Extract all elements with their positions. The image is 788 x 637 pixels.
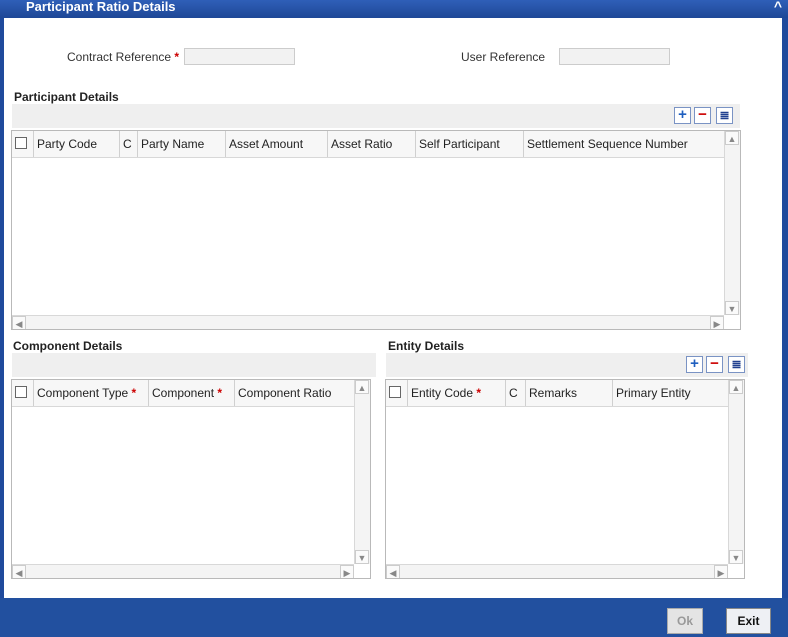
column-component-type: Component Type * (34, 380, 149, 406)
column-self-participant: Self Participant (416, 131, 524, 157)
participant-select-all[interactable] (12, 131, 34, 157)
scroll-up-icon[interactable]: ▲ (725, 131, 739, 145)
column-c: C (120, 131, 138, 157)
participant-toolbar: + − ≣ (12, 104, 740, 128)
scroll-left-icon[interactable]: ◀ (12, 316, 26, 329)
scroll-right-icon[interactable]: ▶ (714, 565, 728, 578)
column-primary-entity: Primary Entity (616, 386, 691, 400)
participant-details-title: Participant Details (14, 90, 119, 104)
component-toolbar (12, 353, 376, 377)
user-reference-label: User Reference (461, 50, 546, 64)
component-grid: Component Type * Component * Component R… (11, 379, 371, 579)
entity-details-title: Entity Details (388, 339, 465, 353)
caret-up-icon[interactable]: ^ (774, 0, 782, 14)
scroll-down-icon[interactable]: ▼ (729, 550, 743, 564)
entity-single-view-button[interactable]: ≣ (728, 356, 745, 373)
column-component-ratio: Component Ratio (238, 386, 332, 400)
scroll-up-icon[interactable]: ▲ (355, 380, 369, 394)
component-select-all[interactable] (12, 380, 34, 406)
entity-delete-button[interactable]: − (706, 356, 723, 373)
required-mark: * (217, 386, 223, 400)
component-grid-header: Component Type * Component * Component R… (12, 380, 354, 407)
entity-horizontal-scrollbar[interactable]: ◀ ▶ (386, 564, 728, 578)
component-details-title: Component Details (13, 339, 123, 353)
entity-grid: Entity Code * C Remarks Primary Entity ▲… (385, 379, 745, 579)
entity-toolbar: + − ≣ (386, 353, 748, 377)
participant-single-view-button[interactable]: ≣ (716, 107, 733, 124)
contract-reference-label: Contract Reference * (67, 50, 179, 64)
column-c: C (506, 380, 526, 406)
column-party-name: Party Name (138, 131, 226, 157)
required-mark: * (476, 386, 482, 400)
exit-button[interactable]: Exit (726, 608, 771, 634)
contract-reference-input[interactable] (184, 48, 295, 65)
participant-delete-button[interactable]: − (694, 107, 711, 124)
ok-button[interactable]: Ok (667, 608, 703, 634)
checkbox[interactable] (15, 137, 27, 149)
component-horizontal-scrollbar[interactable]: ◀ ▶ (12, 564, 354, 578)
column-asset-amount: Asset Amount (226, 131, 328, 157)
scroll-up-icon[interactable]: ▲ (729, 380, 743, 394)
required-mark: * (174, 50, 180, 64)
scroll-down-icon[interactable]: ▼ (355, 550, 369, 564)
user-reference-input[interactable] (559, 48, 670, 65)
scroll-down-icon[interactable]: ▼ (725, 301, 739, 315)
required-mark: * (131, 386, 137, 400)
participant-vertical-scrollbar[interactable]: ▲ ▼ (724, 131, 740, 315)
participant-horizontal-scrollbar[interactable]: ◀ ▶ (12, 315, 724, 329)
column-component-label: Component (152, 386, 215, 400)
column-settlement-sequence-number: Settlement Sequence Number (527, 137, 688, 151)
title-bar: Participant Ratio Details ^ (0, 0, 788, 18)
scroll-right-icon[interactable]: ▶ (340, 565, 354, 578)
scroll-left-icon[interactable]: ◀ (12, 565, 26, 578)
component-vertical-scrollbar[interactable]: ▲ ▼ (354, 380, 370, 564)
column-component: Component * (149, 380, 235, 406)
column-remarks: Remarks (526, 380, 613, 406)
column-entity-code-label: Entity Code (411, 386, 474, 400)
checkbox[interactable] (389, 386, 401, 398)
column-entity-code: Entity Code * (408, 380, 506, 406)
scroll-left-icon[interactable]: ◀ (386, 565, 400, 578)
entity-vertical-scrollbar[interactable]: ▲ ▼ (728, 380, 744, 564)
checkbox[interactable] (15, 386, 27, 398)
participant-grid-header: Party Code C Party Name Asset Amount Ass… (12, 131, 724, 158)
entity-select-all[interactable] (386, 380, 408, 406)
window-title: Participant Ratio Details (26, 0, 176, 14)
participant-add-button[interactable]: + (674, 107, 691, 124)
column-party-code: Party Code (34, 131, 120, 157)
contract-reference-text: Contract Reference (67, 50, 172, 64)
column-asset-ratio: Asset Ratio (328, 131, 416, 157)
entity-grid-header: Entity Code * C Remarks Primary Entity (386, 380, 728, 407)
participant-grid: Party Code C Party Name Asset Amount Ass… (11, 130, 741, 330)
entity-add-button[interactable]: + (686, 356, 703, 373)
scroll-right-icon[interactable]: ▶ (710, 316, 724, 329)
column-component-type-label: Component Type (37, 386, 129, 400)
dialog-content: Contract Reference * User Reference Part… (4, 18, 782, 598)
